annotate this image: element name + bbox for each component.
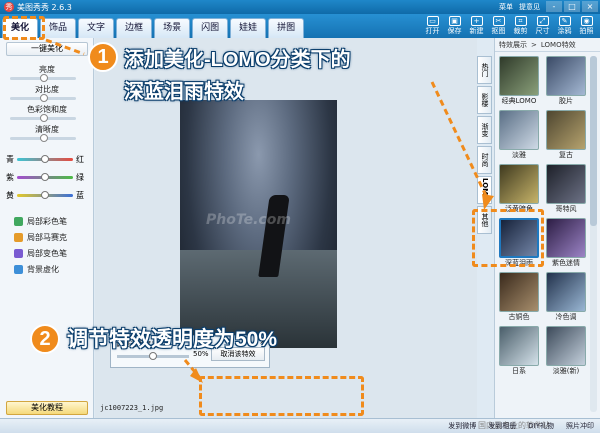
- arrow-head-thumb: [482, 194, 494, 210]
- arrow-to-tab: [45, 38, 85, 56]
- step-1-badge: 1: [88, 42, 118, 72]
- step-1-text-line1: 添加美化-LOMO分类下的: [124, 49, 351, 71]
- step-1-text-line2: 深蓝泪雨特效: [124, 81, 244, 103]
- arrow-to-thumb: [430, 81, 490, 201]
- step-2-badge: 2: [30, 324, 60, 354]
- step-2-text: 调节特效透明度为50%: [67, 328, 278, 351]
